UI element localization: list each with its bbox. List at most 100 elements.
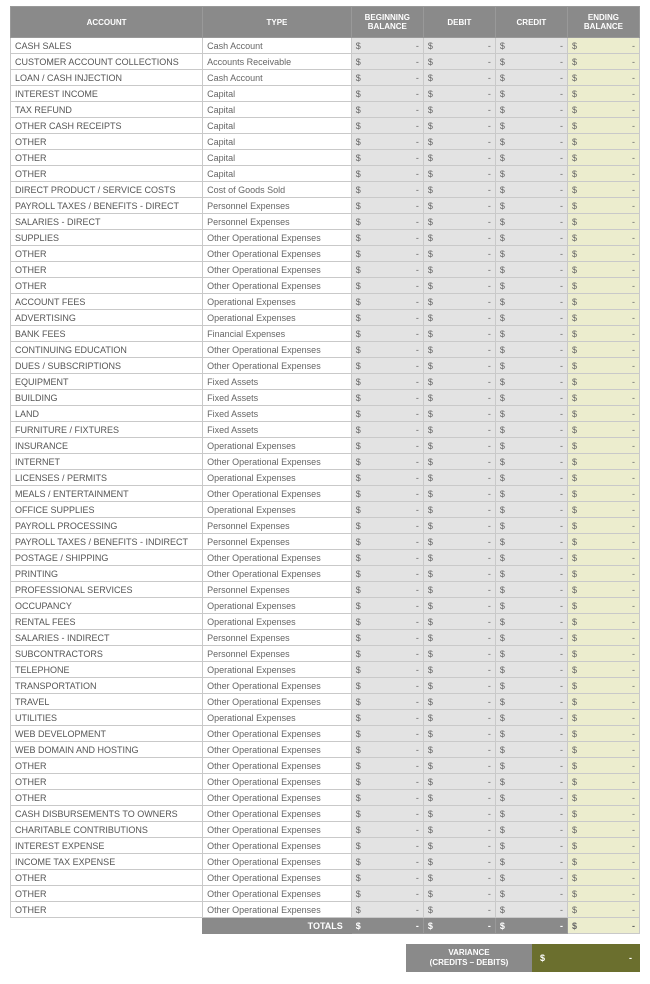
credit-cell[interactable]: $-	[495, 806, 567, 822]
debit-cell[interactable]: $-	[423, 758, 495, 774]
debit-cell[interactable]: $-	[423, 118, 495, 134]
begin-cell[interactable]: $-	[351, 886, 423, 902]
debit-cell[interactable]: $-	[423, 230, 495, 246]
begin-cell[interactable]: $-	[351, 614, 423, 630]
debit-cell[interactable]: $-	[423, 534, 495, 550]
end-cell[interactable]: $-	[567, 886, 639, 902]
begin-cell[interactable]: $-	[351, 54, 423, 70]
credit-cell[interactable]: $-	[495, 118, 567, 134]
end-cell[interactable]: $-	[567, 150, 639, 166]
credit-cell[interactable]: $-	[495, 342, 567, 358]
credit-cell[interactable]: $-	[495, 822, 567, 838]
debit-cell[interactable]: $-	[423, 406, 495, 422]
debit-cell[interactable]: $-	[423, 678, 495, 694]
credit-cell[interactable]: $-	[495, 230, 567, 246]
debit-cell[interactable]: $-	[423, 102, 495, 118]
credit-cell[interactable]: $-	[495, 710, 567, 726]
begin-cell[interactable]: $-	[351, 198, 423, 214]
credit-cell[interactable]: $-	[495, 86, 567, 102]
begin-cell[interactable]: $-	[351, 422, 423, 438]
debit-cell[interactable]: $-	[423, 902, 495, 918]
credit-cell[interactable]: $-	[495, 406, 567, 422]
credit-cell[interactable]: $-	[495, 566, 567, 582]
begin-cell[interactable]: $-	[351, 662, 423, 678]
begin-cell[interactable]: $-	[351, 374, 423, 390]
credit-cell[interactable]: $-	[495, 54, 567, 70]
credit-cell[interactable]: $-	[495, 374, 567, 390]
debit-cell[interactable]: $-	[423, 550, 495, 566]
end-cell[interactable]: $-	[567, 678, 639, 694]
end-cell[interactable]: $-	[567, 342, 639, 358]
credit-cell[interactable]: $-	[495, 742, 567, 758]
credit-cell[interactable]: $-	[495, 550, 567, 566]
begin-cell[interactable]: $-	[351, 790, 423, 806]
credit-cell[interactable]: $-	[495, 70, 567, 86]
end-cell[interactable]: $-	[567, 166, 639, 182]
credit-cell[interactable]: $-	[495, 182, 567, 198]
begin-cell[interactable]: $-	[351, 406, 423, 422]
end-cell[interactable]: $-	[567, 246, 639, 262]
debit-cell[interactable]: $-	[423, 774, 495, 790]
credit-cell[interactable]: $-	[495, 726, 567, 742]
credit-cell[interactable]: $-	[495, 150, 567, 166]
debit-cell[interactable]: $-	[423, 358, 495, 374]
begin-cell[interactable]: $-	[351, 118, 423, 134]
end-cell[interactable]: $-	[567, 422, 639, 438]
end-cell[interactable]: $-	[567, 614, 639, 630]
debit-cell[interactable]: $-	[423, 710, 495, 726]
begin-cell[interactable]: $-	[351, 518, 423, 534]
debit-cell[interactable]: $-	[423, 278, 495, 294]
end-cell[interactable]: $-	[567, 774, 639, 790]
credit-cell[interactable]: $-	[495, 38, 567, 54]
end-cell[interactable]: $-	[567, 182, 639, 198]
begin-cell[interactable]: $-	[351, 342, 423, 358]
credit-cell[interactable]: $-	[495, 470, 567, 486]
begin-cell[interactable]: $-	[351, 902, 423, 918]
begin-cell[interactable]: $-	[351, 742, 423, 758]
end-cell[interactable]: $-	[567, 598, 639, 614]
debit-cell[interactable]: $-	[423, 294, 495, 310]
debit-cell[interactable]: $-	[423, 422, 495, 438]
begin-cell[interactable]: $-	[351, 438, 423, 454]
credit-cell[interactable]: $-	[495, 534, 567, 550]
debit-cell[interactable]: $-	[423, 86, 495, 102]
end-cell[interactable]: $-	[567, 326, 639, 342]
end-cell[interactable]: $-	[567, 278, 639, 294]
debit-cell[interactable]: $-	[423, 326, 495, 342]
debit-cell[interactable]: $-	[423, 694, 495, 710]
credit-cell[interactable]: $-	[495, 838, 567, 854]
credit-cell[interactable]: $-	[495, 214, 567, 230]
begin-cell[interactable]: $-	[351, 262, 423, 278]
begin-cell[interactable]: $-	[351, 758, 423, 774]
debit-cell[interactable]: $-	[423, 438, 495, 454]
begin-cell[interactable]: $-	[351, 102, 423, 118]
begin-cell[interactable]: $-	[351, 38, 423, 54]
debit-cell[interactable]: $-	[423, 582, 495, 598]
begin-cell[interactable]: $-	[351, 294, 423, 310]
begin-cell[interactable]: $-	[351, 630, 423, 646]
end-cell[interactable]: $-	[567, 230, 639, 246]
credit-cell[interactable]: $-	[495, 294, 567, 310]
debit-cell[interactable]: $-	[423, 502, 495, 518]
debit-cell[interactable]: $-	[423, 70, 495, 86]
begin-cell[interactable]: $-	[351, 726, 423, 742]
credit-cell[interactable]: $-	[495, 102, 567, 118]
begin-cell[interactable]: $-	[351, 838, 423, 854]
credit-cell[interactable]: $-	[495, 886, 567, 902]
end-cell[interactable]: $-	[567, 502, 639, 518]
debit-cell[interactable]: $-	[423, 262, 495, 278]
end-cell[interactable]: $-	[567, 742, 639, 758]
debit-cell[interactable]: $-	[423, 854, 495, 870]
end-cell[interactable]: $-	[567, 390, 639, 406]
end-cell[interactable]: $-	[567, 310, 639, 326]
end-cell[interactable]: $-	[567, 374, 639, 390]
credit-cell[interactable]: $-	[495, 518, 567, 534]
debit-cell[interactable]: $-	[423, 614, 495, 630]
begin-cell[interactable]: $-	[351, 694, 423, 710]
debit-cell[interactable]: $-	[423, 150, 495, 166]
begin-cell[interactable]: $-	[351, 166, 423, 182]
debit-cell[interactable]: $-	[423, 454, 495, 470]
end-cell[interactable]: $-	[567, 726, 639, 742]
credit-cell[interactable]: $-	[495, 502, 567, 518]
credit-cell[interactable]: $-	[495, 614, 567, 630]
